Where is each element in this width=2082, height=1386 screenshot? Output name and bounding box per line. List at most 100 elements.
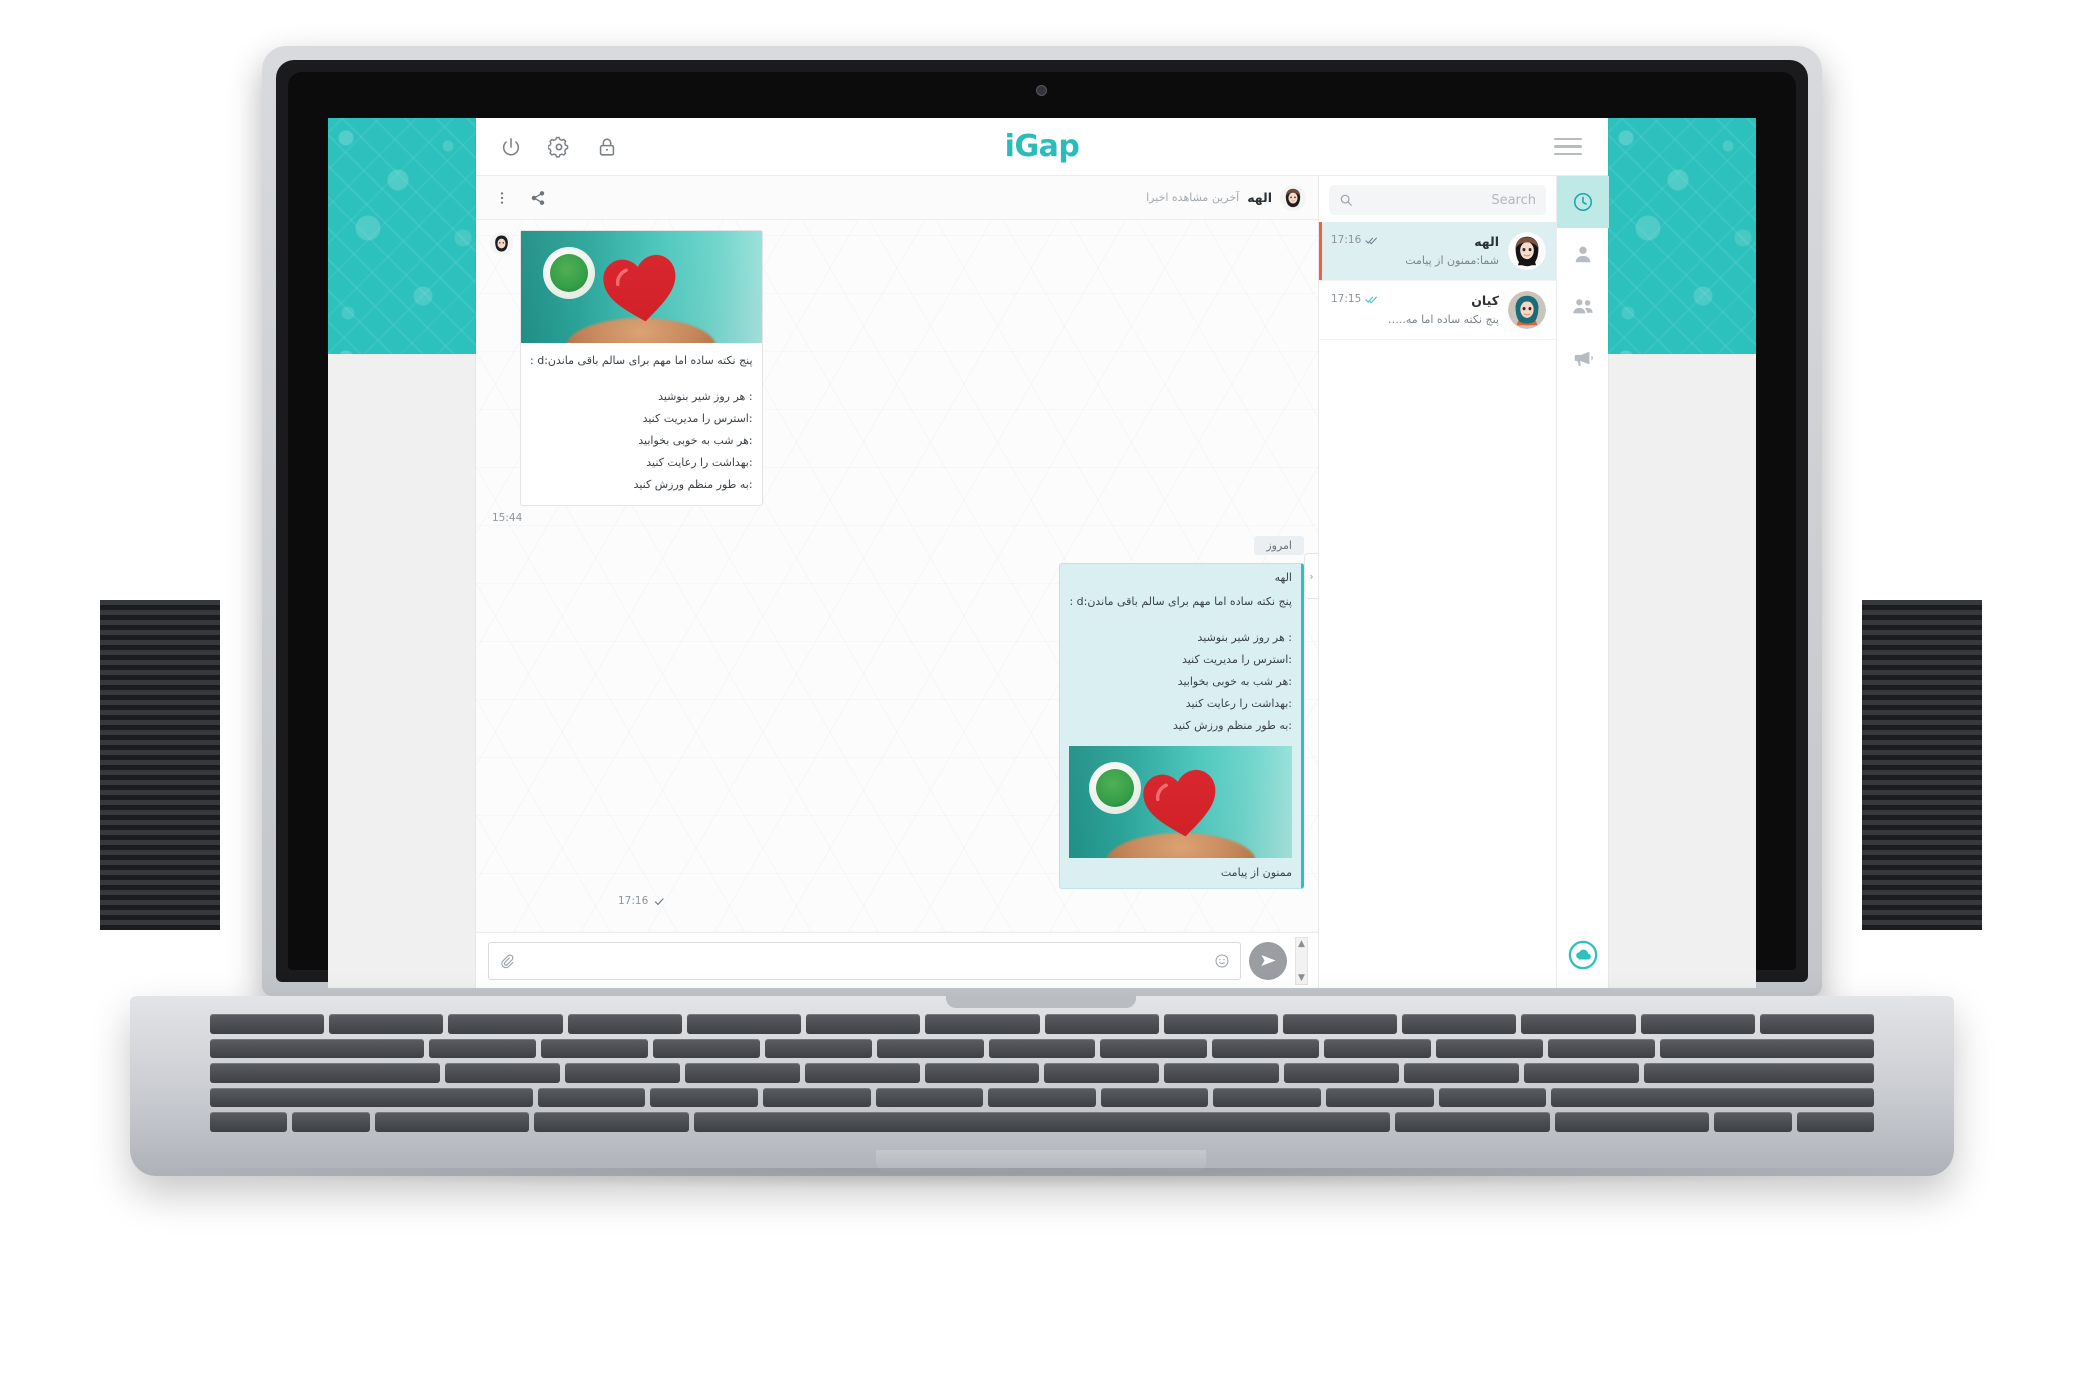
message-timestamp: 15:44 <box>490 508 1304 534</box>
message-composer: ▲ ▼ <box>476 932 1318 988</box>
message-row-outgoing: الهه پنج نکته ساده اما مهم برای سالم باق… <box>490 563 1304 889</box>
message-line: :استرس را مدیریت کنید <box>1182 653 1292 666</box>
keyboard-row <box>210 1112 1874 1132</box>
emoji-icon[interactable] <box>1214 953 1230 969</box>
message-line: :به طور منظم ورزش کنید <box>633 478 753 491</box>
timestamp-text: 15:44 <box>492 512 523 524</box>
day-divider: امروز <box>490 536 1304 555</box>
screenshot-stage: iGap الهه آخرین مشاهده اخیرا › پنج نکته … <box>0 0 2082 1386</box>
chat-time: 17:16 <box>1331 234 1362 246</box>
message-list: › پنج نکته ساده اما مهم برای سالم باقی م… <box>476 220 1318 932</box>
message-text: پنج نکته ساده اما مهم برای سالم باقی مان… <box>1060 584 1301 746</box>
keyboard-row <box>210 1087 1874 1108</box>
scroll-down-icon[interactable]: ▼ <box>1298 973 1305 983</box>
desktop-bg-right <box>1608 354 1756 988</box>
igap-app-window: iGap الهه آخرین مشاهده اخیرا › پنج نکته … <box>476 118 1609 988</box>
composer-scrollbar[interactable]: ▲ ▼ <box>1295 936 1308 985</box>
message-line: : هر روز شیر بنوشید <box>1197 631 1292 644</box>
more-vertical-icon[interactable] <box>494 190 510 206</box>
message-row-incoming: پنج نکته ساده اما مهم برای سالم باقی مان… <box>490 230 1304 506</box>
message-bubble[interactable]: الهه پنج نکته ساده اما مهم برای سالم باق… <box>1059 563 1304 889</box>
chat-meta: 17:15 <box>1331 291 1378 305</box>
screen-viewport: iGap الهه آخرین مشاهده اخیرا › پنج نکته … <box>328 118 1756 988</box>
group-icon <box>1572 299 1593 314</box>
conversation-peer[interactable]: الهه آخرین مشاهده اخیرا <box>1146 184 1306 211</box>
chat-list-item-kian[interactable]: کیان پنج نکته ساده اما مه...:d 17:15 <box>1319 281 1556 340</box>
chat-time: 17:15 <box>1331 293 1362 305</box>
cloud-icon[interactable] <box>1568 940 1598 970</box>
laptop-shadow <box>120 1168 1970 1190</box>
background-vent-left <box>100 600 220 930</box>
composer-input-shell[interactable] <box>488 941 1241 980</box>
megaphone-icon <box>1574 351 1593 366</box>
rail-item-channels[interactable] <box>1557 332 1609 384</box>
keyboard-row <box>210 1038 1875 1059</box>
igap-logo: iGap <box>1004 129 1080 164</box>
message-input[interactable] <box>523 953 1206 968</box>
message-bubble[interactable]: پنج نکته ساده اما مهم برای سالم باقی مان… <box>520 230 763 506</box>
avatar <box>1508 232 1546 270</box>
keyboard-row <box>210 1014 1875 1034</box>
conversation-panel: الهه آخرین مشاهده اخیرا › پنج نکته ساده … <box>476 176 1318 988</box>
wallpaper-right <box>1608 118 1756 354</box>
message-tail-text: ممنون از پیامت <box>1220 866 1292 879</box>
send-button[interactable] <box>1249 941 1287 980</box>
topbar-left-icons <box>500 136 618 158</box>
rail-item-recent[interactable] <box>1556 176 1609 228</box>
search-box[interactable] <box>1329 185 1546 215</box>
message-line: :بهداشت را رعایت کنید <box>1185 697 1292 710</box>
person-icon <box>1575 246 1590 263</box>
message-sender: الهه <box>1274 571 1292 584</box>
rail-item-contacts[interactable] <box>1557 228 1609 280</box>
paperclip-icon[interactable] <box>499 953 515 969</box>
avatar <box>1508 291 1546 329</box>
chat-list-item-elaheh[interactable]: الهه شما:ممنون از پیامت 17:16 <box>1319 222 1556 281</box>
gear-icon[interactable] <box>548 136 570 158</box>
laptop-keyboard <box>200 1008 1884 1138</box>
conversation-header-actions <box>494 190 546 206</box>
chat-name: الهه <box>1474 233 1499 249</box>
search-input[interactable] <box>1353 192 1536 208</box>
message-photo-wrap <box>1060 746 1301 858</box>
chat-list-item-content: الهه شما:ممنون از پیامت <box>1387 233 1499 269</box>
conversation-title: الهه <box>1247 190 1272 205</box>
scroll-up-icon[interactable]: ▲ <box>1298 939 1305 949</box>
sidebar-toggle-button[interactable]: › <box>1304 553 1318 599</box>
double-check-icon <box>1365 296 1378 303</box>
day-divider-label: امروز <box>1254 536 1304 555</box>
clock-icon <box>1573 192 1592 212</box>
app-body: الهه آخرین مشاهده اخیرا › پنج نکته ساده … <box>476 176 1609 988</box>
message-text: پنج نکته ساده اما مهم برای سالم باقی مان… <box>521 343 762 505</box>
message-line: :استرس را مدیریت کنید <box>642 412 753 425</box>
app-topbar: iGap <box>476 118 1608 176</box>
chat-list-item-content: کیان پنج نکته ساده اما مه...:d <box>1387 292 1499 328</box>
message-lead: پنج نکته ساده اما مهم برای سالم باقی مان… <box>1069 595 1292 608</box>
chat-snippet: پنج نکته ساده اما مه...:d <box>1387 312 1499 326</box>
keyboard-row <box>210 1063 1874 1083</box>
send-icon <box>1260 954 1276 967</box>
power-icon[interactable] <box>500 136 522 158</box>
avatar <box>490 232 513 255</box>
double-check-icon <box>1365 237 1378 244</box>
message-photo[interactable] <box>521 231 762 343</box>
message-lead: پنج نکته ساده اما مهم برای سالم باقی مان… <box>530 354 753 367</box>
laptop-base-notch <box>946 996 1136 1008</box>
hamburger-icon[interactable] <box>1554 137 1582 156</box>
chat-name: کیان <box>1471 292 1499 308</box>
message-line: : هر روز شیر بنوشید <box>658 390 753 403</box>
search-icon <box>1340 194 1352 206</box>
chat-snippet: شما:ممنون از پیامت <box>1405 253 1499 267</box>
share-icon[interactable] <box>530 190 546 206</box>
desktop-bg-left <box>328 354 476 988</box>
lock-icon[interactable] <box>596 136 618 158</box>
chat-list-panel: الهه شما:ممنون از پیامت 17:16 <box>1318 176 1556 988</box>
message-timestamp: 17:16 <box>490 891 1304 917</box>
webcam-icon <box>1036 85 1047 96</box>
message-photo[interactable] <box>1069 746 1292 858</box>
timestamp-text: 17:16 <box>618 895 649 907</box>
background-vent-right <box>1862 600 1982 930</box>
rail-item-groups[interactable] <box>1557 280 1609 332</box>
message-line: :هر شب به خوبی بخوابید <box>638 434 753 447</box>
single-check-icon <box>655 897 664 905</box>
conversation-subtitle: آخرین مشاهده اخیرا <box>1146 191 1240 204</box>
